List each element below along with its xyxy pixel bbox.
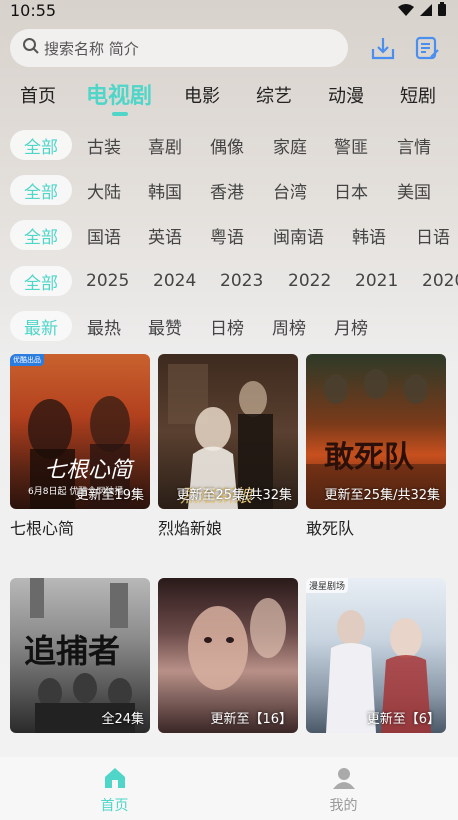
nav-profile[interactable]: 我的	[229, 757, 458, 820]
filter-row-year: 全部 2025 2024 2023 2022 2021 2020	[0, 264, 458, 298]
tab-movie[interactable]: 电影	[184, 82, 220, 108]
category-tabs: 首页 电视剧 电影 综艺 动漫 短剧	[0, 76, 458, 116]
active-tab-indicator	[112, 112, 128, 116]
poster-title-text: 敢死队	[324, 440, 414, 475]
filter-region-item[interactable]: 台湾	[273, 175, 307, 205]
filter-row-region: 全部 大陆 韩国 香港 台湾 日本 美国	[0, 173, 458, 207]
video-title[interactable]: 敢死队	[306, 515, 446, 539]
tab-tv[interactable]: 电视剧	[86, 78, 152, 110]
tab-anime[interactable]: 动漫	[328, 82, 364, 108]
filter-language-item[interactable]: 日语	[416, 220, 450, 250]
filter-genre-item[interactable]: 家庭	[273, 130, 307, 160]
filter-genre-item[interactable]: 偶像	[210, 130, 244, 160]
video-title[interactable]: 烈焰新娘	[158, 515, 298, 539]
poster-title-text: 追捕者	[24, 632, 121, 670]
source-badge: 漫星剧场	[306, 578, 349, 593]
filter-genre-item[interactable]: 喜剧	[148, 130, 182, 160]
tab-home[interactable]: 首页	[20, 82, 56, 108]
video-card[interactable]: 追捕者 全24集	[10, 578, 150, 733]
episode-status: 更新至【16】	[210, 712, 292, 727]
history-icon[interactable]	[414, 34, 440, 62]
filter-year-item[interactable]: 2022	[288, 266, 331, 296]
video-card[interactable]: 漫星剧场 更新至【6】	[306, 578, 446, 733]
filter-year-item[interactable]: 2024	[153, 266, 196, 296]
battery-icon	[438, 1, 446, 20]
filter-year-item[interactable]: 2025	[86, 266, 129, 296]
status-icons	[398, 1, 446, 20]
search-row: 搜索名称 简介	[10, 28, 448, 68]
nav-home-label: 首页	[100, 798, 129, 814]
filter-sort-item[interactable]: 周榜	[272, 311, 306, 341]
search-input[interactable]: 搜索名称 简介	[10, 29, 348, 67]
video-card[interactable]: 敢死队 更新至25集/共32集 敢死队	[306, 354, 446, 539]
video-poster[interactable]: 优酷出品 七根心简 6月8日起 优酷全网独播 更新至19集	[10, 354, 150, 509]
nav-home[interactable]: 首页	[0, 757, 229, 820]
filter-language-item[interactable]: 闽南语	[273, 220, 324, 250]
video-card[interactable]: 优酷出品 七根心简 6月8日起 优酷全网独播 更新至19集 七根心简	[10, 354, 150, 539]
filter-sort-item[interactable]: 月榜	[334, 311, 368, 341]
home-icon	[103, 767, 127, 793]
filter-sort-latest[interactable]: 最新	[10, 311, 72, 341]
episode-status: 更新至25集/共32集	[324, 488, 440, 503]
filter-row-language: 全部 国语 英语 粤语 闽南语 韩语 日语	[0, 218, 458, 252]
video-card[interactable]: 更新至【16】	[158, 578, 298, 733]
episode-status: 更新至【6】	[366, 712, 440, 727]
filter-sort-item[interactable]: 日榜	[210, 311, 244, 341]
signal-icon	[420, 1, 432, 20]
filter-sort-item[interactable]: 最赞	[148, 311, 182, 341]
profile-icon	[332, 767, 356, 793]
video-title[interactable]: 七根心简	[10, 515, 150, 539]
filter-region-item[interactable]: 大陆	[87, 175, 121, 205]
filter-sort-item[interactable]: 最热	[87, 311, 121, 341]
episode-status: 更新至19集	[75, 488, 144, 503]
episode-status: 更新至25集/共32集	[176, 488, 292, 503]
filter-language-item[interactable]: 韩语	[352, 220, 386, 250]
filter-language-item[interactable]: 粤语	[210, 220, 244, 250]
bottom-nav: 首页 我的	[0, 757, 458, 820]
filter-language-item[interactable]: 英语	[148, 220, 182, 250]
search-icon	[22, 37, 40, 59]
filter-region-item[interactable]: 日本	[334, 175, 368, 205]
tab-short[interactable]: 短剧	[400, 82, 436, 108]
filter-year-all[interactable]: 全部	[10, 266, 72, 296]
filter-year-item[interactable]: 2023	[220, 266, 263, 296]
episode-status: 全24集	[101, 712, 144, 727]
poster-title-text: 七根心简	[44, 458, 133, 483]
video-poster[interactable]: 漫星剧场 更新至【6】	[306, 578, 446, 733]
filter-region-item[interactable]: 美国	[397, 175, 431, 205]
download-icon[interactable]	[370, 34, 396, 62]
status-bar: 10:55	[0, 0, 458, 20]
filter-genre-all[interactable]: 全部	[10, 130, 72, 160]
filter-region-all[interactable]: 全部	[10, 175, 72, 205]
filter-year-item[interactable]: 2020	[422, 266, 458, 296]
tab-variety[interactable]: 综艺	[256, 82, 292, 108]
filter-genre-item[interactable]: 警匪	[334, 130, 368, 160]
filter-region-item[interactable]: 香港	[210, 175, 244, 205]
video-poster[interactable]: 敢死队 更新至25集/共32集	[306, 354, 446, 509]
filter-row-sort: 最新 最热 最赞 日榜 周榜 月榜	[0, 309, 458, 343]
filter-language-item[interactable]: 国语	[87, 220, 121, 250]
video-poster[interactable]: 追捕者 全24集	[10, 578, 150, 733]
filter-genre-item[interactable]: 古装	[87, 130, 121, 160]
filter-row-genre: 全部 古装 喜剧 偶像 家庭 警匪 言情	[0, 128, 458, 162]
nav-profile-label: 我的	[329, 798, 358, 814]
search-placeholder: 搜索名称 简介	[44, 39, 139, 58]
video-poster[interactable]: 烈焰新娘 更新至25集/共32集	[158, 354, 298, 509]
video-card[interactable]: 烈焰新娘 更新至25集/共32集 烈焰新娘	[158, 354, 298, 539]
wifi-icon	[398, 1, 414, 20]
filter-region-item[interactable]: 韩国	[148, 175, 182, 205]
source-badge: 优酷出品	[10, 354, 44, 366]
filter-language-all[interactable]: 全部	[10, 220, 72, 250]
filter-year-item[interactable]: 2021	[355, 266, 398, 296]
filter-genre-item[interactable]: 言情	[397, 130, 431, 160]
video-poster[interactable]: 更新至【16】	[158, 578, 298, 733]
status-time: 10:55	[10, 0, 57, 20]
